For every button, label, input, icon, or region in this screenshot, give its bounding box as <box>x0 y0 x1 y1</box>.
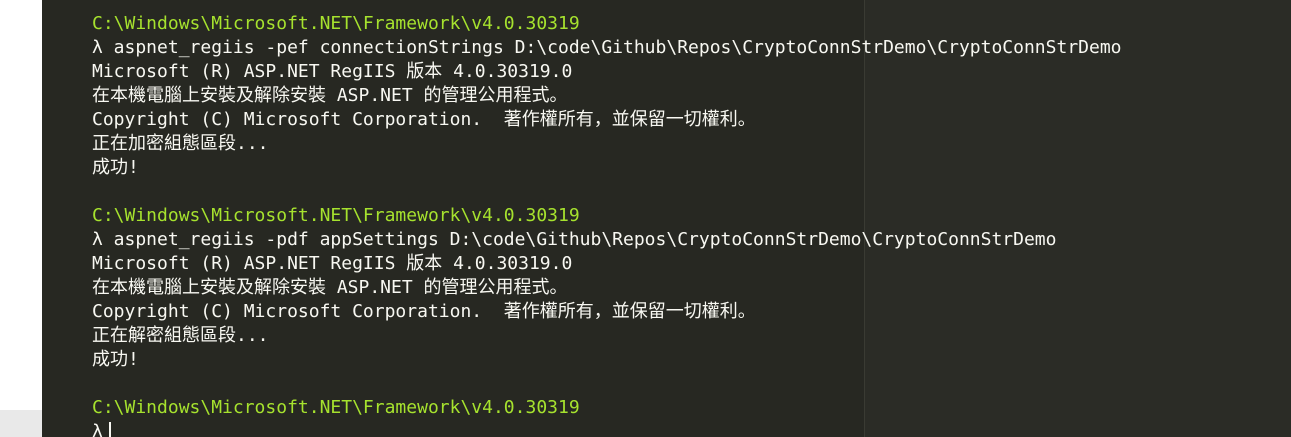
console-line-output: 正在加密組態區段... <box>92 133 269 154</box>
console-line-output: 在本機電腦上安裝及解除安裝 ASP.NET 的管理公用程式。 <box>92 85 568 106</box>
console-line-command: λ aspnet_regiis -pdf appSettings D:\code… <box>92 229 1057 250</box>
console-line-path: C:\Windows\Microsoft.NET\Framework\v4.0.… <box>92 205 580 226</box>
console-line-output: Copyright (C) Microsoft Corporation. 著作權… <box>92 301 756 322</box>
console-prompt-line[interactable]: λ <box>92 420 111 437</box>
text-cursor <box>108 422 111 437</box>
console-line-output: 成功! <box>92 157 139 178</box>
console-line-path: C:\Windows\Microsoft.NET\Framework\v4.0.… <box>92 13 580 34</box>
console-line-output: 成功! <box>92 349 139 370</box>
screen: C:\Windows\Microsoft.NET\Framework\v4.0.… <box>0 0 1291 437</box>
taskbar-edge <box>0 410 42 437</box>
console-line-output: 正在解密組態區段... <box>92 325 269 346</box>
prompt-symbol: λ <box>92 421 103 437</box>
desktop-edge <box>0 0 42 437</box>
console-line-output: 在本機電腦上安裝及解除安裝 ASP.NET 的管理公用程式。 <box>92 277 568 298</box>
console-line-path: C:\Windows\Microsoft.NET\Framework\v4.0.… <box>92 397 580 418</box>
console-line-command: λ aspnet_regiis -pef connectionStrings D… <box>92 37 1122 58</box>
console-line-output: Copyright (C) Microsoft Corporation. 著作權… <box>92 109 756 130</box>
console-line-output: Microsoft (R) ASP.NET RegIIS 版本 4.0.3031… <box>92 253 573 274</box>
background-window-ghost <box>864 0 1291 437</box>
console-line-output: Microsoft (R) ASP.NET RegIIS 版本 4.0.3031… <box>92 61 573 82</box>
terminal-window[interactable]: C:\Windows\Microsoft.NET\Framework\v4.0.… <box>42 0 1291 437</box>
